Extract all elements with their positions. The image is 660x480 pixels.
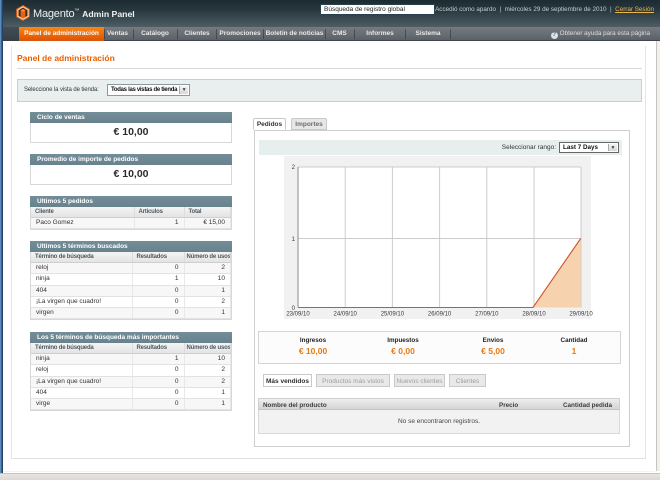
svg-text:29/09/10: 29/09/10 (569, 312, 593, 318)
svg-text:23/09/10: 23/09/10 (286, 312, 310, 318)
svg-text:24/09/10: 24/09/10 (334, 312, 358, 318)
svg-text:26/09/10: 26/09/10 (428, 312, 452, 318)
svg-text:27/09/10: 27/09/10 (475, 312, 499, 318)
svg-text:28/09/10: 28/09/10 (522, 312, 546, 318)
svg-text:25/09/10: 25/09/10 (381, 312, 405, 318)
